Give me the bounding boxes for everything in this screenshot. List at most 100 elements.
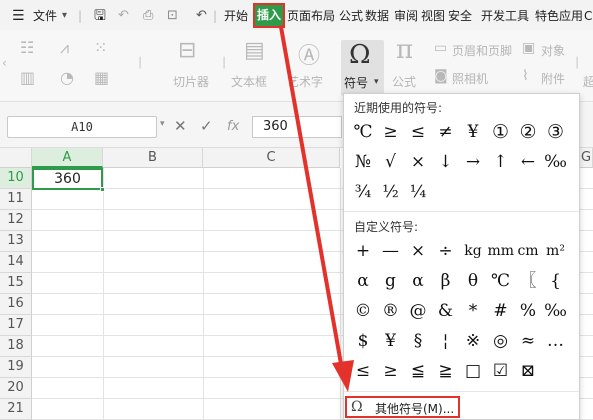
- textbox-icon[interactable]: ▤: [244, 38, 265, 63]
- wordart-label[interactable]: 艺术字: [287, 73, 323, 90]
- symbol-item[interactable]: ☑: [488, 359, 514, 383]
- symbol-item[interactable]: +: [350, 239, 376, 263]
- save-icon[interactable]: 🖫: [94, 7, 106, 25]
- column-header-a[interactable]: A: [32, 148, 103, 168]
- print-icon[interactable]: ⎙: [143, 7, 153, 25]
- symbol-item[interactable]: ‰: [543, 150, 569, 174]
- tab-insert[interactable]: 插入: [253, 3, 285, 28]
- hamburger-icon[interactable]: ☰: [12, 7, 25, 25]
- row-header-19[interactable]: 19: [0, 357, 32, 378]
- symbol-item[interactable]: №: [350, 150, 376, 174]
- symbol-item[interactable]: ←: [515, 150, 541, 174]
- undo-history-icon[interactable]: ↶: [118, 7, 129, 25]
- symbol-item[interactable]: ◎: [488, 329, 514, 353]
- symbol-item[interactable]: ⊠: [515, 359, 541, 383]
- row-header-21[interactable]: 21: [0, 399, 32, 420]
- tab-page-layout[interactable]: 页面布局: [287, 7, 335, 25]
- more-symbols-button[interactable]: Ω 其他符号(M)...: [345, 396, 460, 418]
- symbol-item[interactable]: ②: [515, 120, 541, 144]
- name-box[interactable]: A10: [7, 116, 157, 138]
- camera-label[interactable]: 照相机: [452, 70, 488, 87]
- row-header-20[interactable]: 20: [0, 378, 32, 399]
- symbol-item[interactable]: θ: [460, 269, 486, 293]
- symbol-item[interactable]: ½: [378, 180, 404, 204]
- ribbon-scroll-left-icon[interactable]: ‹: [2, 56, 7, 70]
- symbol-item[interactable]: α: [350, 269, 376, 293]
- symbol-item[interactable]: ¥: [460, 120, 486, 144]
- symbol-item[interactable]: ¦: [433, 329, 459, 353]
- symbol-item[interactable]: ℃: [350, 120, 376, 144]
- column-chart-icon[interactable]: ▥: [20, 68, 35, 87]
- symbol-item[interactable]: …: [543, 329, 569, 353]
- symbol-item[interactable]: ≧: [433, 359, 459, 383]
- cancel-icon[interactable]: ✕: [174, 117, 187, 135]
- object-icon[interactable]: ▣: [522, 40, 535, 56]
- symbol-item[interactable]: g: [378, 269, 404, 293]
- symbol-item[interactable]: ¼: [405, 180, 431, 204]
- header-footer-label[interactable]: 页眉和页脚: [452, 42, 512, 59]
- symbol-item[interactable]: m²: [543, 239, 569, 263]
- symbol-item[interactable]: §: [405, 329, 431, 353]
- symbol-item[interactable]: ≦: [405, 359, 431, 383]
- select-all-corner[interactable]: [0, 148, 32, 168]
- object-label[interactable]: 对象: [541, 42, 565, 59]
- symbol-item[interactable]: ↑: [488, 150, 514, 174]
- tab-overflow[interactable]: C: [584, 7, 592, 25]
- symbol-item[interactable]: {: [543, 269, 569, 293]
- symbol-item[interactable]: ③: [543, 120, 569, 144]
- textbox-label[interactable]: 文本框: [231, 73, 267, 90]
- attachment-label[interactable]: 附件: [541, 70, 565, 87]
- symbol-item[interactable]: ≠: [433, 120, 459, 144]
- symbol-item[interactable]: ®: [378, 299, 404, 323]
- row-header-15[interactable]: 15: [0, 273, 32, 294]
- formula-input[interactable]: 360: [252, 116, 342, 138]
- column-header-c[interactable]: C: [203, 148, 340, 168]
- formula-pi-icon[interactable]: π: [396, 35, 413, 65]
- other-chart-icon[interactable]: ▦: [94, 68, 109, 87]
- scatter-chart-icon[interactable]: ⁙: [94, 38, 107, 57]
- slicer-icon[interactable]: ⊟: [178, 38, 196, 63]
- attachment-icon[interactable]: ⌇: [522, 68, 529, 84]
- cell-a10[interactable]: 360: [32, 168, 103, 190]
- symbol-item[interactable]: ≤: [405, 120, 431, 144]
- symbol-item[interactable]: ¥: [378, 329, 404, 353]
- pie-chart-icon[interactable]: ◔: [60, 68, 74, 87]
- symbol-item[interactable]: ÷: [433, 239, 459, 263]
- tab-security[interactable]: 安全: [448, 7, 472, 25]
- bar-chart-icon[interactable]: ☷: [20, 38, 34, 57]
- header-footer-icon[interactable]: ▭: [434, 40, 447, 56]
- symbol-item[interactable]: ×: [405, 150, 431, 174]
- tab-special-apps[interactable]: 特色应用: [535, 7, 583, 25]
- tab-home[interactable]: 开始: [224, 7, 248, 25]
- symbol-item[interactable]: β: [433, 269, 459, 293]
- symbol-item[interactable]: #: [488, 299, 514, 323]
- tab-view[interactable]: 视图: [421, 7, 445, 25]
- symbol-button[interactable]: Ω 符号 ▾: [341, 40, 384, 96]
- symbol-item[interactable]: √: [378, 150, 404, 174]
- symbol-item[interactable]: ℃: [488, 269, 514, 293]
- fx-icon[interactable]: fx: [227, 119, 239, 134]
- symbol-item[interactable]: ↓: [433, 150, 459, 174]
- symbol-item[interactable]: 〖: [515, 269, 541, 293]
- undo-icon[interactable]: ↶: [196, 7, 207, 25]
- chevron-down-icon[interactable]: ▾: [160, 119, 165, 129]
- row-header-10[interactable]: 10: [0, 168, 32, 189]
- symbol-item[interactable]: ≥: [378, 359, 404, 383]
- file-menu[interactable]: 文件: [33, 7, 57, 25]
- tab-formulas[interactable]: 公式: [339, 7, 363, 25]
- tab-data[interactable]: 数据: [365, 7, 389, 25]
- row-header-12[interactable]: 12: [0, 210, 32, 231]
- symbol-item[interactable]: $: [350, 329, 376, 353]
- symbol-item[interactable]: ©: [350, 299, 376, 323]
- symbol-item[interactable]: kg: [460, 239, 486, 263]
- row-header-14[interactable]: 14: [0, 252, 32, 273]
- symbol-item[interactable]: %: [515, 299, 541, 323]
- column-header-g[interactable]: G: [580, 148, 593, 168]
- symbol-item[interactable]: ‰: [543, 299, 569, 323]
- symbol-item[interactable]: α: [405, 269, 431, 293]
- row-header-17[interactable]: 17: [0, 315, 32, 336]
- hyperlink-label[interactable]: 超: [583, 73, 593, 90]
- symbol-item[interactable]: cm: [515, 239, 541, 263]
- symbol-item[interactable]: ≈: [515, 329, 541, 353]
- formula-label[interactable]: 公式: [392, 73, 416, 90]
